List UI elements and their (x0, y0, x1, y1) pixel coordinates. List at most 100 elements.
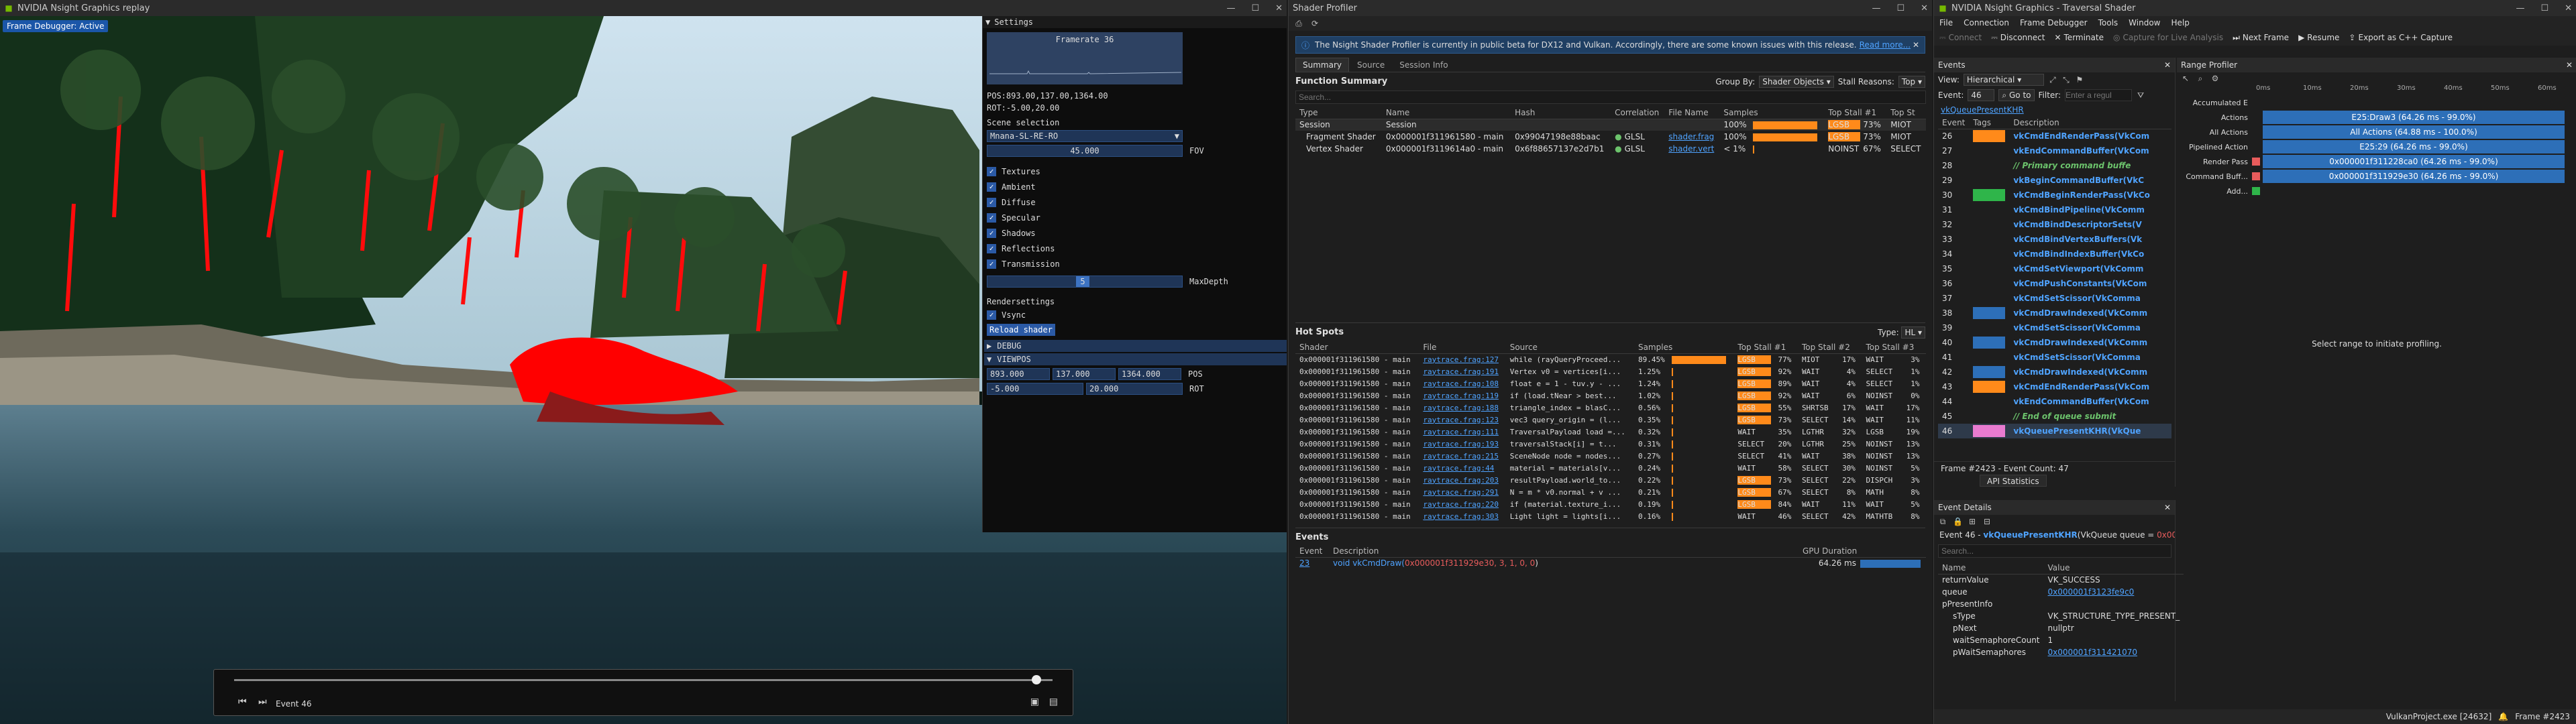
group-by-select[interactable]: Shader Objects ▾ (1759, 75, 1834, 88)
event-row[interactable]: 36 vkCmdPushConstants(VkCom (1938, 276, 2171, 291)
settings-icon[interactable]: ⚙ (2210, 74, 2220, 83)
collapse-icon[interactable]: ⊟ (1982, 517, 1992, 526)
panel-close-icon[interactable]: ✕ (2164, 60, 2171, 70)
tab-summary[interactable]: Summary (1295, 58, 1349, 72)
col-header[interactable]: Event (1938, 117, 1970, 129)
skip-back-icon[interactable]: ⏮ (238, 697, 247, 707)
minimize-icon[interactable]: — (1872, 3, 1880, 13)
view-select[interactable]: Hierarchical ▾ (1963, 74, 2044, 86)
screenshot-icon[interactable]: ▣ (1030, 697, 1039, 707)
menu-file[interactable]: File (1939, 18, 1953, 27)
pos-z-input[interactable]: 1364.000 (1118, 368, 1181, 380)
checkbox-reflections[interactable]: ✓ (987, 243, 996, 253)
col-header[interactable]: Samples (1633, 341, 1734, 354)
minimize-icon[interactable]: — (2516, 3, 2524, 13)
toolbar-next-frame[interactable]: ⏭ Next Frame (2233, 33, 2289, 43)
event-row[interactable]: 46 vkQueuePresentKHR(VkQue (1938, 424, 2171, 438)
detail-row[interactable]: sType VK_STRUCTURE_TYPE_PRESENT_ (1938, 610, 2184, 622)
setting-row[interactable]: ✓ Specular (987, 210, 1287, 225)
col-header[interactable]: Top Stall #2 (1797, 341, 1862, 354)
goto-button[interactable]: ⌕ Go to (1998, 89, 2035, 101)
detail-row[interactable]: pWaitSemaphores 0x000001f311421070 (1938, 646, 2184, 658)
event-row[interactable]: 40 vkCmdDrawIndexed(VkComm (1938, 335, 2171, 350)
checkbox-textures[interactable]: ✓ (987, 166, 996, 176)
menu-tools[interactable]: Tools (2098, 18, 2118, 27)
checkbox-diffuse[interactable]: ✓ (987, 197, 996, 207)
event-row[interactable]: 34 vkCmdBindIndexBuffer(VkCo (1938, 247, 2171, 261)
event-row[interactable]: 43 vkCmdEndRenderPass(VkCom (1938, 379, 2171, 394)
capture-icon[interactable]: ▤ (1049, 697, 1058, 707)
event-row[interactable]: 27 vkEndCommandBuffer(VkCom (1938, 143, 2171, 158)
table-row[interactable]: 0x000001f311961580 - main raytrace.frag:4… (1295, 462, 1926, 474)
setting-row[interactable]: ✓ Textures (987, 164, 1287, 179)
event-row[interactable]: 32 vkCmdBindDescriptorSets(V (1938, 217, 2171, 232)
col-header[interactable]: Source (1505, 341, 1634, 354)
col-header[interactable]: Value (2043, 562, 2184, 575)
col-header[interactable]: Tags (1969, 117, 2010, 129)
range-bar[interactable]: All Actions (64.88 ms - 100.0%) (2263, 125, 2565, 139)
range-bar[interactable]: E25:Draw3 (64.26 ms - 99.0%) (2263, 111, 2565, 124)
col-header[interactable]: Samples (1719, 107, 1825, 119)
checkbox-specular[interactable]: ✓ (987, 213, 996, 223)
collapse-all-icon[interactable]: ⤡ (2061, 75, 2071, 84)
range-bar[interactable]: 0x000001f311228ca0 (64.26 ms - 99.0%) (2263, 155, 2565, 168)
filter-icon[interactable]: ⛛ (2136, 90, 2145, 100)
detail-row[interactable]: pNext nullptr (1938, 622, 2184, 634)
panel-close-icon[interactable]: ✕ (2164, 503, 2171, 512)
hs-file[interactable]: raytrace.frag:123 (1419, 414, 1505, 426)
toolbar-export-as-c-capture[interactable]: ⇪ Export as C++ Capture (2349, 33, 2453, 42)
event-row[interactable]: 26 vkCmdEndRenderPass(VkCom (1938, 129, 2171, 143)
detail-value[interactable]: 0x000001f311421070 (2044, 646, 2184, 658)
maxdepth-grab[interactable]: 5 (1076, 276, 1089, 287)
hs-file[interactable]: raytrace.frag:291 (1419, 486, 1505, 498)
event-row[interactable]: 29 vkBeginCommandBuffer(VkC (1938, 173, 2171, 188)
close-banner-icon[interactable]: ✕ (1913, 40, 1919, 50)
col-header[interactable]: Name (1381, 107, 1511, 119)
pointer-icon[interactable]: ↖ (2181, 74, 2190, 83)
table-row[interactable]: 0x000001f311961580 - main raytrace.frag:2… (1295, 474, 1926, 486)
col-header[interactable]: Top Stall #1 (1824, 107, 1887, 119)
hs-file[interactable]: raytrace.frag:188 (1419, 402, 1505, 414)
table-row[interactable]: Vertex Shader 0x000001f3119614a0 - main 0x… (1295, 143, 1926, 155)
col-header[interactable]: Type (1295, 107, 1382, 119)
event-row[interactable]: 39 vkCmdSetScissor(VkComma (1938, 320, 2171, 335)
table-row[interactable]: 0x000001f311961580 - main raytrace.frag:2… (1295, 450, 1926, 462)
hs-file[interactable]: raytrace.frag:303 (1419, 510, 1505, 522)
event-row[interactable]: 44 vkEndCommandBuffer(VkCom (1938, 394, 2171, 409)
close-icon[interactable]: ✕ (2565, 3, 2572, 13)
event-row[interactable]: 38 vkCmdDrawIndexed(VkComm (1938, 306, 2171, 320)
table-row[interactable]: 0x000001f311961580 - main raytrace.frag:1… (1295, 377, 1926, 389)
hs-file[interactable]: raytrace.frag:119 (1419, 389, 1505, 402)
col-header[interactable]: Hash (1511, 107, 1611, 119)
api-statistics-tab[interactable]: API Statistics (1980, 475, 2047, 487)
debug-header[interactable]: ▶ DEBUG (984, 340, 1287, 352)
event-row[interactable]: 42 vkCmdDrawIndexed(VkComm (1938, 365, 2171, 379)
row-file[interactable]: shader.frag (1664, 131, 1719, 143)
col-header[interactable]: Top Stall #1 (1733, 341, 1798, 354)
range-bar[interactable]: 0x000001f311929e30 (64.26 ms - 99.0%) (2263, 170, 2565, 183)
panel-close-icon[interactable]: ✕ (2566, 60, 2573, 70)
range-row[interactable]: Render Pass 0x000001f311228ca0 (64.26 ms … (2177, 154, 2576, 169)
setting-row[interactable]: ✓ Ambient (987, 179, 1287, 194)
close-icon[interactable]: ✕ (1921, 3, 1928, 13)
hs-file[interactable]: raytrace.frag:111 (1419, 426, 1505, 438)
range-row[interactable]: Pipelined Action E25:29 (64.26 ms - 99.0%… (2177, 139, 2576, 154)
hs-file[interactable]: raytrace.frag:127 (1419, 353, 1505, 365)
viewpos-header[interactable]: ▼ VIEWPOS (984, 353, 1287, 365)
table-row[interactable]: 23 void vkCmdDraw(0x000001f311929e30, 3,… (1295, 557, 1926, 569)
breadcrumb[interactable]: vkQueuePresentKHR (1941, 105, 2024, 115)
col-header[interactable]: Shader (1295, 341, 1419, 354)
maximize-icon[interactable]: ☐ (1251, 3, 1259, 13)
maxdepth-slider[interactable]: 5 (987, 276, 1183, 288)
col-header[interactable]: Top St (1886, 107, 1926, 119)
hs-file[interactable]: raytrace.frag:220 (1419, 498, 1505, 510)
refresh-icon[interactable]: ⟳ (1310, 19, 1320, 28)
detail-row[interactable]: queue 0x000001f3123fe9c0 (1938, 586, 2184, 598)
table-row[interactable]: 0x000001f311961580 - main raytrace.frag:1… (1295, 402, 1926, 414)
expand-icon[interactable]: ⊞ (1968, 517, 1977, 526)
read-more-link[interactable]: Read more... (1860, 40, 1911, 50)
hs-file[interactable]: raytrace.frag:44 (1419, 462, 1505, 474)
collapse-arrow-icon[interactable]: ▼ (985, 17, 990, 27)
event-row[interactable]: 30 vkCmdBeginRenderPass(VkCo (1938, 188, 2171, 202)
table-row[interactable]: 0x000001f311961580 - main raytrace.frag:1… (1295, 353, 1926, 365)
